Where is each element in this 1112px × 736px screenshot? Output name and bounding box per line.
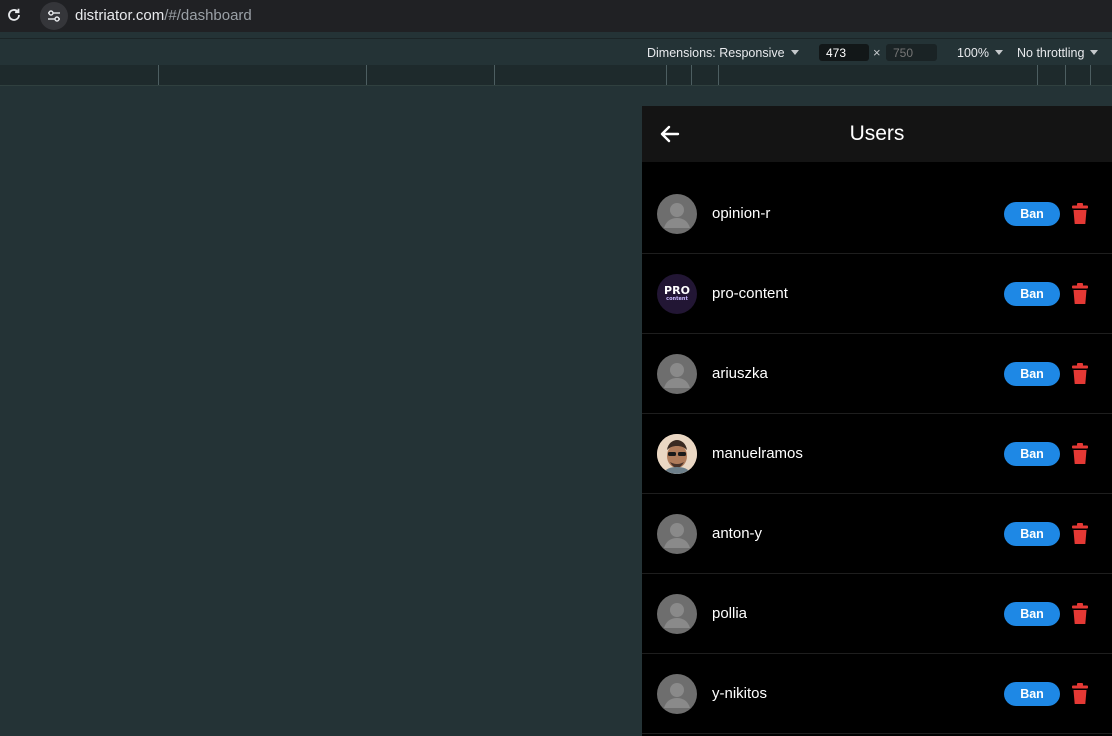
avatar[interactable] [657,434,697,474]
dimensions-label: Dimensions: Responsive [647,46,785,60]
avatar[interactable] [657,674,697,714]
device-viewport: Users opinion-r Ban PRO content pro-content B… [642,106,1112,736]
avatar-logo-text-bottom: content [666,296,688,302]
ruler-tick [1065,65,1066,85]
ban-button[interactable]: Ban [1004,282,1060,306]
trash-icon[interactable] [1071,363,1089,385]
trash-icon[interactable] [1071,683,1089,705]
height-input[interactable] [886,44,937,61]
trash-icon[interactable] [1071,603,1089,625]
ruler-tick [494,65,495,85]
person-icon [657,363,697,394]
throttling-dropdown[interactable]: No throttling [1017,46,1099,60]
person-icon [657,683,697,714]
trash-icon[interactable] [1071,283,1089,305]
username[interactable]: pro-content [712,285,788,302]
ban-button[interactable]: Ban [1004,522,1060,546]
avatar[interactable] [657,514,697,554]
url-host: distriator.com [75,7,165,24]
ruler-tick [366,65,367,85]
width-input[interactable] [819,44,869,61]
media-query-ruler[interactable] [0,65,1112,86]
url-path: /#/dashboard [164,7,252,24]
trash-icon[interactable] [1071,203,1089,225]
username[interactable]: y-nikitos [712,685,767,702]
avatar[interactable] [657,194,697,234]
avatar[interactable] [657,594,697,634]
throttling-label: No throttling [1017,46,1085,60]
browser-address-bar: distriator.com/#/dashboard [0,0,1112,32]
chevron-down-icon [994,50,1003,55]
device-toolbar: Dimensions: Responsive 100% No throttlin… [0,38,1112,66]
ruler-tick [1037,65,1038,85]
page-title: Users [849,122,905,145]
user-row: manuelramos Ban [642,414,1112,494]
person-icon [657,603,697,634]
avatar[interactable] [657,354,697,394]
ban-button[interactable]: Ban [1004,602,1060,626]
url-field[interactable]: distriator.com/#/dashboard [75,7,252,24]
user-row: pollia Ban [642,574,1112,654]
username[interactable]: anton-y [712,525,762,542]
user-row: y-nikitos Ban [642,654,1112,734]
chevron-down-icon [1090,50,1099,55]
reload-icon[interactable] [6,7,22,23]
ban-button[interactable]: Ban [1004,362,1060,386]
ruler-tick [691,65,692,85]
username[interactable]: ariuszka [712,365,768,382]
trash-icon[interactable] [1071,523,1089,545]
app-header: Users [642,106,1112,162]
ruler-tick [718,65,719,85]
site-info-icon[interactable] [40,2,68,30]
ban-button[interactable]: Ban [1004,202,1060,226]
ruler-tick [158,65,159,85]
times-icon: × [873,45,881,60]
ruler-tick [1090,65,1091,85]
ban-button[interactable]: Ban [1004,682,1060,706]
avatar[interactable]: PRO content [657,274,697,314]
user-row: opinion-r Ban [642,174,1112,254]
user-row: anton-y Ban [642,494,1112,574]
trash-icon[interactable] [1071,443,1089,465]
username[interactable]: pollia [712,605,747,622]
person-icon [657,203,697,234]
avatar-photo [657,434,697,474]
avatar-logo-text-top: PRO [664,284,690,297]
username[interactable]: opinion-r [712,205,770,222]
ruler-tick [666,65,667,85]
user-row: PRO content pro-content Ban [642,254,1112,334]
user-list: opinion-r Ban PRO content pro-content Ban ariu… [642,174,1112,734]
username[interactable]: manuelramos [712,445,803,462]
chevron-down-icon [790,50,799,55]
person-icon [657,523,697,554]
avatar-logo: PRO content [657,274,697,314]
user-row: ariuszka Ban [642,334,1112,414]
dimensions-dropdown[interactable]: Dimensions: Responsive [647,46,799,60]
zoom-dropdown[interactable]: 100% [957,46,1003,60]
ban-button[interactable]: Ban [1004,442,1060,466]
zoom-label: 100% [957,46,989,60]
